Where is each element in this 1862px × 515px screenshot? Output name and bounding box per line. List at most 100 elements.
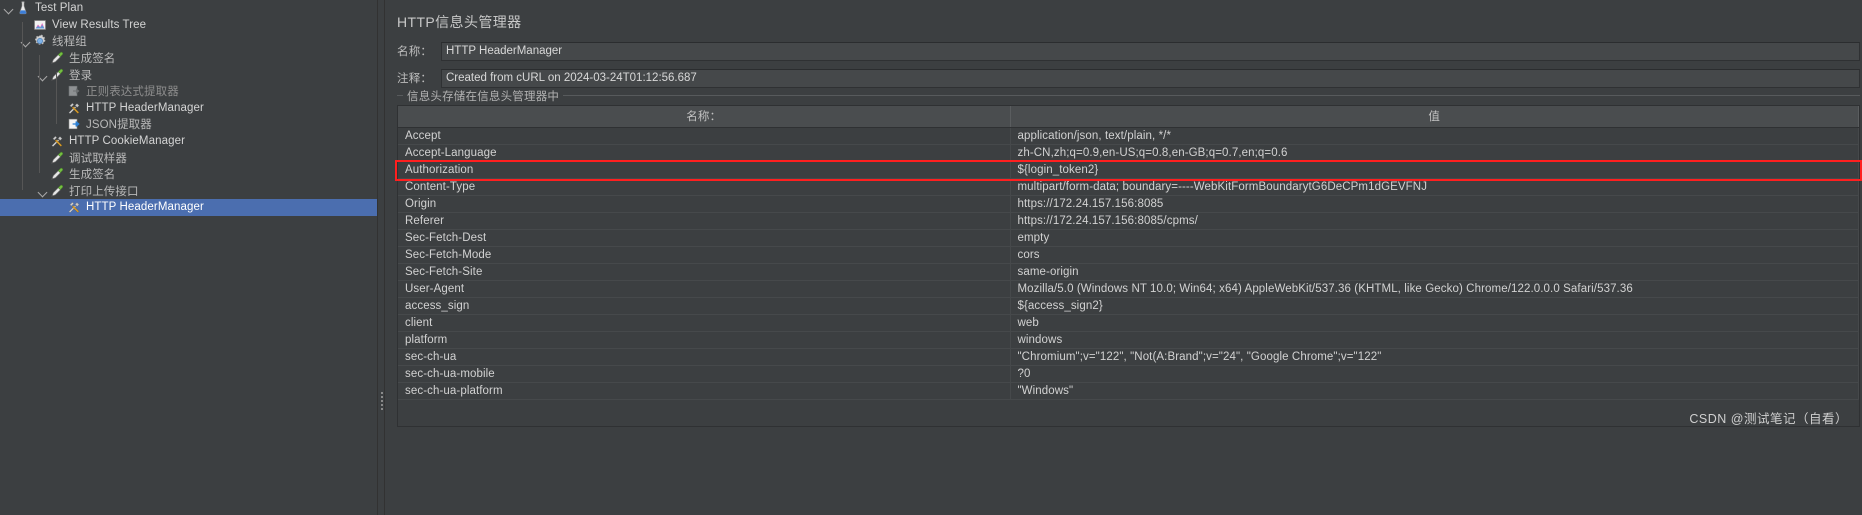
header-value-cell[interactable]: https://172.24.157.156:8085/cpms/	[1010, 212, 1859, 230]
column-header-value[interactable]: 值	[1010, 106, 1859, 128]
sampler-icon	[49, 150, 66, 166]
table-row[interactable]: Sec-Fetch-Dest empty	[398, 229, 1859, 247]
comment-input[interactable]: Created from cURL on 2024-03-24T01:12:56…	[441, 68, 1860, 88]
header-value-cell[interactable]: windows	[1010, 331, 1859, 349]
header-value-cell[interactable]: https://172.24.157.156:8085	[1010, 195, 1859, 213]
tree-node-label: 线程组	[52, 36, 87, 49]
watermark-text: CSDN @测试笔记（自看）	[1689, 412, 1848, 426]
tree-node-12[interactable]: HTTP HeaderManager	[0, 199, 377, 216]
header-name-cell[interactable]: Accept-Language	[398, 144, 1011, 162]
table-row[interactable]: Accept application/json, text/plain, */*	[398, 127, 1859, 145]
tree-node-label: 正则表达式提取器	[86, 86, 179, 99]
splitter-grip[interactable]	[381, 400, 383, 402]
header-value-cell[interactable]: ?0	[1010, 365, 1859, 383]
comment-field-row: 注释： Created from cURL on 2024-03-24T01:1…	[393, 68, 1862, 88]
tree-node-0[interactable]: Test Plan	[0, 0, 377, 17]
tree-node-label: HTTP HeaderManager	[86, 101, 204, 114]
table-row[interactable]: sec-ch-ua-mobile ?0	[398, 365, 1859, 383]
header-value-cell[interactable]: cors	[1010, 246, 1859, 264]
column-header-name[interactable]: 名称：	[398, 106, 1011, 128]
header-name-cell[interactable]: client	[398, 314, 1011, 332]
tree-guide-line	[39, 55, 40, 173]
table-row[interactable]: Referer https://172.24.157.156:8085/cpms/	[398, 212, 1859, 230]
headers-table-body[interactable]: Accept application/json, text/plain, */* A…	[398, 127, 1859, 400]
table-row[interactable]: sec-ch-ua "Chromium";v="122", "Not(A:Bran…	[398, 348, 1859, 366]
header-value-cell[interactable]: ${login_token2}	[1010, 161, 1859, 179]
tree-node-8[interactable]: HTTP CookieManager	[0, 133, 377, 150]
header-name-cell[interactable]: sec-ch-ua	[398, 348, 1011, 366]
chevron-down-icon[interactable]	[3, 0, 15, 16]
tree-node-2[interactable]: 线程组	[0, 33, 377, 50]
tree-node-label: HTTP CookieManager	[69, 135, 185, 148]
headers-table-container[interactable]: 名称： 值 Accept application/json, text/plain…	[397, 105, 1860, 427]
header-name-cell[interactable]: Sec-Fetch-Mode	[398, 246, 1011, 264]
header-value-cell[interactable]: empty	[1010, 229, 1859, 247]
table-row[interactable]: platform windows	[398, 331, 1859, 349]
tree-node-label: View Results Tree	[52, 18, 147, 31]
tree-node-label: 调试取样器	[69, 152, 127, 165]
header-name-cell[interactable]: sec-ch-ua-platform	[398, 382, 1011, 400]
header-name-cell[interactable]: access_sign	[398, 297, 1011, 315]
tree-node-9[interactable]: 调试取样器	[0, 149, 377, 166]
header-value-cell[interactable]: multipart/form-data; boundary=----WebKit…	[1010, 178, 1859, 196]
header-name-cell[interactable]: Content-Type	[398, 178, 1011, 196]
test-plan-tree[interactable]: Test Plan View Results Tree 线程组 生成签名 登录 …	[0, 0, 377, 515]
table-row[interactable]: Authorization ${login_token2}	[398, 161, 1859, 179]
tree-node-label: Test Plan	[35, 2, 84, 15]
header-name-cell[interactable]: Authorization	[398, 161, 1011, 179]
name-label: 名称：	[397, 46, 433, 58]
test-plan-icon	[15, 0, 32, 16]
sampler-icon	[49, 50, 66, 66]
table-row[interactable]: access_sign ${access_sign2}	[398, 297, 1859, 315]
panel-splitter[interactable]	[377, 0, 385, 515]
table-row[interactable]: Sec-Fetch-Mode cors	[398, 246, 1859, 264]
header-value-cell[interactable]: ${access_sign2}	[1010, 297, 1859, 315]
cookie-manager-icon	[49, 133, 66, 149]
header-value-cell[interactable]: zh-CN,zh;q=0.9,en-US;q=0.8,en-GB;q=0.7,e…	[1010, 144, 1859, 162]
header-name-cell[interactable]: Origin	[398, 195, 1011, 213]
table-row[interactable]: Sec-Fetch-Site same-origin	[398, 263, 1859, 281]
header-name-cell[interactable]: Accept	[398, 127, 1011, 145]
header-manager-icon	[66, 100, 83, 116]
sampler-icon	[49, 67, 66, 83]
header-name-cell[interactable]: Referer	[398, 212, 1011, 230]
table-row[interactable]: User-Agent Mozilla/5.0 (Windows NT 10.0; …	[398, 280, 1859, 298]
json-extractor-icon	[66, 116, 83, 132]
table-row[interactable]: sec-ch-ua-platform "Windows"	[398, 382, 1859, 400]
header-value-cell[interactable]: "Windows"	[1010, 382, 1859, 400]
tree-node-11[interactable]: 打印上传接口	[0, 183, 377, 200]
header-name-cell[interactable]: Sec-Fetch-Dest	[398, 229, 1011, 247]
sampler-icon	[49, 166, 66, 182]
extractor-disabled-icon	[66, 83, 83, 99]
tree-node-label: 打印上传接口	[69, 185, 139, 198]
tree-node-label: JSON提取器	[86, 119, 152, 132]
headers-table[interactable]: 名称： 值 Accept application/json, text/plain…	[398, 106, 1859, 400]
table-row[interactable]: Accept-Language zh-CN,zh;q=0.9,en-US;q=0.…	[398, 144, 1859, 162]
tree-node-label: 登录	[69, 69, 93, 82]
header-value-cell[interactable]: "Chromium";v="122", "Not(A:Brand";v="24"…	[1010, 348, 1859, 366]
header-value-cell[interactable]: web	[1010, 314, 1859, 332]
tree-node-3[interactable]: 生成签名	[0, 50, 377, 67]
name-input[interactable]: HTTP HeaderManager	[441, 41, 1860, 61]
tree-node-10[interactable]: 生成签名	[0, 166, 377, 183]
name-field-row: 名称： HTTP HeaderManager	[393, 41, 1862, 61]
table-row[interactable]: Content-Type multipart/form-data; boundar…	[398, 178, 1859, 196]
header-name-cell[interactable]: Sec-Fetch-Site	[398, 263, 1011, 281]
comment-label: 注释：	[397, 73, 433, 85]
tree-node-1[interactable]: View Results Tree	[0, 17, 377, 34]
chevron-down-icon[interactable]	[37, 183, 49, 199]
table-row[interactable]: client web	[398, 314, 1859, 332]
page-title: HTTP信息头管理器	[397, 14, 522, 30]
header-value-cell[interactable]: Mozilla/5.0 (Windows NT 10.0; Win64; x64…	[1010, 280, 1859, 298]
tree-node-label: 生成签名	[69, 169, 116, 182]
header-name-cell[interactable]: platform	[398, 331, 1011, 349]
header-value-cell[interactable]: application/json, text/plain, */*	[1010, 127, 1859, 145]
header-value-cell[interactable]: same-origin	[1010, 263, 1859, 281]
table-header-row: 名称： 值	[398, 106, 1859, 128]
tree-node-label: 生成签名	[69, 53, 116, 66]
table-row[interactable]: Origin https://172.24.157.156:8085	[398, 195, 1859, 213]
header-manager-icon	[66, 199, 83, 215]
header-name-cell[interactable]: sec-ch-ua-mobile	[398, 365, 1011, 383]
header-name-cell[interactable]: User-Agent	[398, 280, 1011, 298]
